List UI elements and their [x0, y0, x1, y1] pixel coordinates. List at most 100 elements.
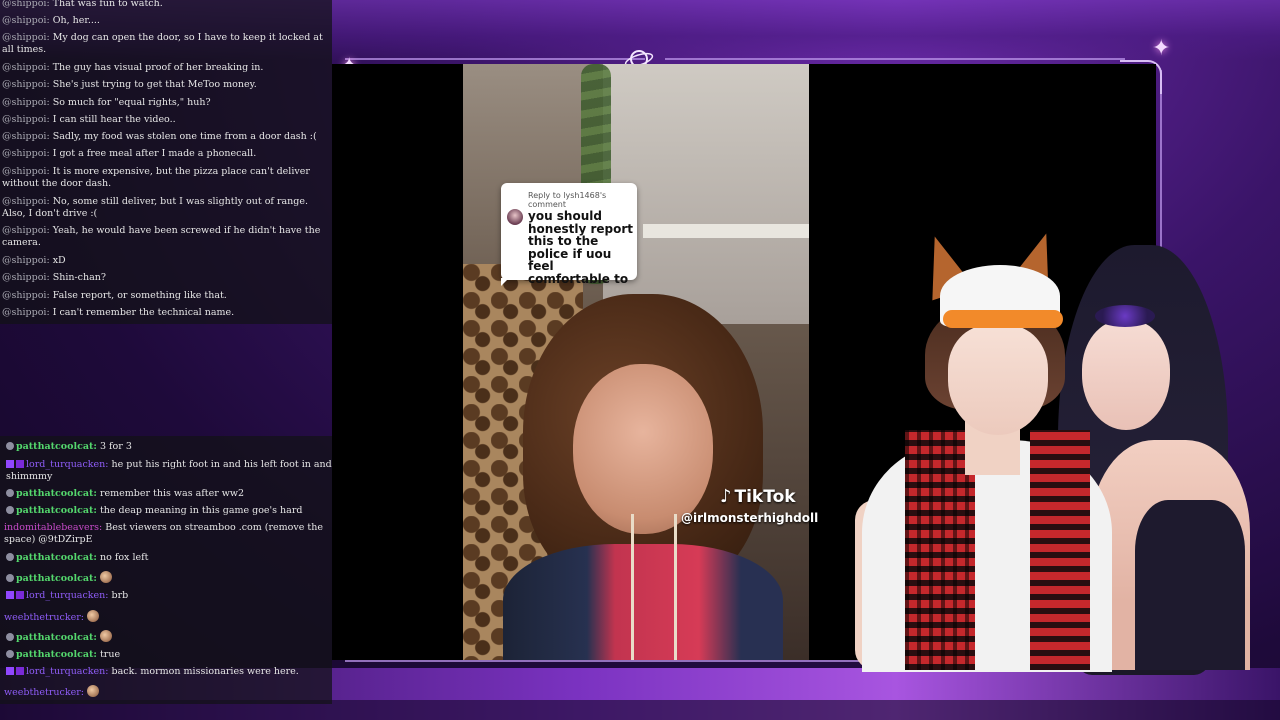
chat-text: She's just trying to get that MeToo mone… [52, 79, 257, 90]
chat-username[interactable]: @shippoi: [2, 15, 50, 26]
chat-message: @shippoi: xD [2, 255, 328, 267]
chat-message: @shippoi: Sadly, my food was stolen one … [2, 131, 328, 143]
chat-username[interactable]: lord_turquacken: [26, 590, 109, 601]
chat-username[interactable]: patthatcoolcat: [16, 441, 97, 452]
chat-username[interactable]: @shippoi: [2, 272, 50, 283]
tiktok-handle: @irlmonsterhighdoll [681, 511, 819, 525]
chat-username[interactable]: @shippoi: [2, 148, 50, 159]
chat-text: xD [52, 255, 66, 266]
chat-text: False report, or something like that. [52, 290, 227, 301]
video-background-shelf [643, 224, 809, 238]
chat-username[interactable]: @shippoi: [2, 131, 50, 142]
chat-username[interactable]: patthatcoolcat: [16, 573, 97, 584]
emote-icon [99, 630, 112, 642]
sub-gifter-badge-icon [16, 591, 24, 599]
chat-message: patthatcoolcat: [6, 630, 332, 644]
chat-username[interactable]: @shippoi: [2, 166, 50, 177]
chat-message: patthatcoolcat: the deap meaning in this… [6, 505, 332, 517]
chat-username[interactable]: @shippoi: [2, 255, 50, 266]
chat-text: I can't remember the technical name. [52, 307, 235, 318]
chat-text: The guy has visual proof of her breaking… [52, 62, 264, 73]
moderator-badge-icon [6, 633, 14, 641]
chat-text: That was fun to watch. [52, 0, 163, 9]
tiktok-wordmark: TikTok [734, 487, 796, 507]
chat-username[interactable]: @shippoi: [2, 0, 50, 9]
chat-message: patthatcoolcat: [6, 571, 332, 585]
chat-username[interactable]: weebthetrucker: [4, 612, 84, 623]
chat-panel-top[interactable]: @shippoi: That was fun to watch. @shippo… [0, 0, 332, 324]
chat-text: I can still hear the video.. [52, 114, 176, 125]
video-person-hoodie-strings [631, 514, 677, 660]
chat-username[interactable]: @shippoi: [2, 62, 50, 73]
chat-message: @shippoi: I got a free meal after I made… [2, 148, 328, 160]
vtuber-avatar-male-cap-brim [943, 310, 1063, 328]
chat-message: @shippoi: I can still hear the video.. [2, 114, 328, 126]
chat-username[interactable]: @shippoi: [2, 290, 50, 301]
chat-username[interactable]: @shippoi: [2, 32, 50, 43]
chat-username[interactable]: patthatcoolcat: [16, 552, 97, 563]
chat-message: @shippoi: No, some still deliver, but I … [2, 196, 328, 220]
reply-avatar [507, 209, 523, 225]
sparkle-icon: ✦ [1152, 36, 1171, 61]
moderator-badge-icon [6, 442, 14, 450]
chat-text: So much for "equal rights," huh? [52, 97, 211, 108]
chat-text: Shin-chan? [52, 272, 106, 283]
chat-message: patthatcoolcat: remember this was after … [6, 488, 332, 500]
reply-bubble-tail [501, 278, 509, 286]
chat-text: Oh, her.... [52, 15, 100, 26]
moderator-badge-icon [6, 506, 14, 514]
tiktok-video[interactable] [463, 64, 809, 660]
chat-username[interactable]: @shippoi: [2, 225, 50, 236]
subscriber-badge-icon [6, 591, 14, 599]
chat-panel-bottom[interactable]: patthatcoolcat: 3 for 3 lord_turquacken:… [0, 436, 332, 704]
chat-username[interactable]: patthatcoolcat: [16, 649, 97, 660]
chat-text: remember this was after ww2 [99, 488, 245, 499]
moderator-badge-icon [6, 574, 14, 582]
chat-message: patthatcoolcat: no fox left [6, 552, 332, 564]
chat-message: @shippoi: Oh, her.... [2, 15, 328, 27]
chat-text: Yeah, he would have been screwed if he d… [2, 225, 321, 248]
chat-username[interactable]: @shippoi: [2, 114, 50, 125]
chat-message: @shippoi: My dog can open the door, so I… [2, 32, 328, 56]
chat-message: lord_turquacken: brb [6, 590, 332, 602]
chat-message: indomitablebeavers: Best viewers on stre… [4, 522, 330, 546]
chat-username[interactable]: @shippoi: [2, 307, 50, 318]
chat-message: weebthetrucker: [4, 610, 330, 624]
chat-username[interactable]: weebthetrucker: [4, 687, 84, 698]
chat-text: no fox left [99, 552, 149, 563]
vtuber-avatar-male-flannel-right [1030, 430, 1090, 670]
emote-icon [99, 571, 112, 583]
chat-username[interactable]: @shippoi: [2, 79, 50, 90]
chat-username[interactable]: indomitablebeavers: [4, 522, 102, 533]
frame-top-line-right [665, 58, 1125, 60]
chat-text: brb [111, 590, 129, 601]
sub-gifter-badge-icon [16, 460, 24, 468]
vtuber-avatar-male-face [948, 325, 1048, 435]
emote-icon [86, 610, 99, 622]
vtuber-avatar-female-dress [1135, 500, 1245, 670]
chat-username[interactable]: lord_turquacken: [26, 666, 109, 677]
video-person-face [573, 364, 713, 534]
chat-username[interactable]: @shippoi: [2, 196, 50, 207]
chat-message: @shippoi: False report, or something lik… [2, 290, 328, 302]
reply-header: Reply to lysh1468's comment [528, 191, 607, 209]
chat-message: patthatcoolcat: true [6, 649, 332, 661]
chat-message: @shippoi: I can't remember the technical… [2, 307, 328, 319]
chat-text: Sadly, my food was stolen one time from … [52, 131, 317, 142]
chat-message: @shippoi: That was fun to watch. [2, 0, 328, 10]
chat-text: back. mormon missionaries were here. [111, 666, 299, 677]
reply-text: you should honestly report this to the p… [528, 209, 634, 286]
sub-gifter-badge-icon [16, 667, 24, 675]
tiktok-note-icon: ♪ [720, 486, 732, 507]
chat-message: @shippoi: It is more expensive, but the … [2, 166, 328, 190]
chat-text: My dog can open the door, so I have to k… [2, 32, 323, 55]
chat-username[interactable]: patthatcoolcat: [16, 632, 97, 643]
chat-message: @shippoi: Yeah, he would have been screw… [2, 225, 328, 249]
chat-username[interactable]: @shippoi: [2, 97, 50, 108]
moderator-badge-icon [6, 553, 14, 561]
chat-username[interactable]: patthatcoolcat: [16, 505, 97, 516]
chat-username[interactable]: lord_turquacken: [26, 459, 109, 470]
chat-username[interactable]: patthatcoolcat: [16, 488, 97, 499]
chat-message: lord_turquacken: he put his right foot i… [6, 459, 332, 483]
moderator-badge-icon [6, 650, 14, 658]
